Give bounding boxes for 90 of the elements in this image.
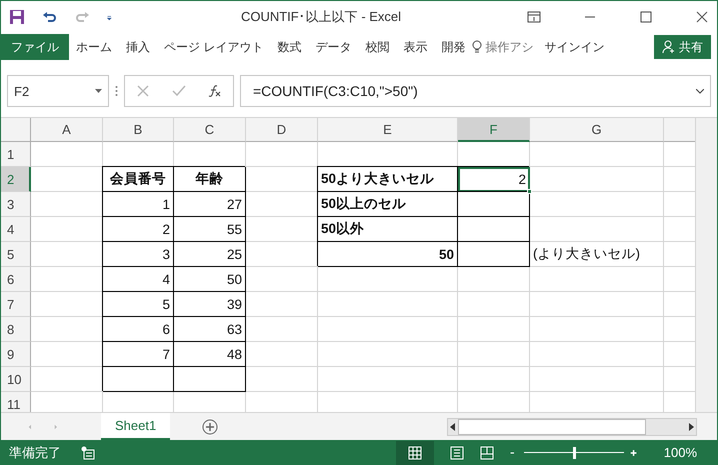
ribbon-tab[interactable]: 表示: [396, 34, 434, 60]
row-header[interactable]: 6: [1, 267, 31, 292]
save-icon[interactable]: [9, 8, 25, 24]
ribbon-tab[interactable]: 校閲: [358, 34, 396, 60]
row-header[interactable]: 5: [1, 242, 31, 267]
share-button[interactable]: 共有: [654, 35, 711, 59]
cancel-icon[interactable]: [136, 84, 150, 98]
table-cell[interactable]: 5: [103, 292, 174, 317]
column-header[interactable]: D: [246, 118, 318, 142]
ribbon-tab[interactable]: 数式: [270, 34, 308, 60]
vertical-scrollbar[interactable]: [695, 118, 717, 412]
table-cell[interactable]: 27: [174, 192, 246, 217]
scrollbar-thumb[interactable]: [458, 418, 646, 434]
row-header[interactable]: 1: [1, 142, 31, 167]
table-cell[interactable]: 50: [318, 242, 458, 267]
select-all-corner[interactable]: [1, 118, 31, 142]
formula-text: =COUNTIF(C3:C10,">50"): [253, 83, 418, 99]
table-cell[interactable]: 6: [103, 317, 174, 342]
scroll-left-icon[interactable]: [448, 422, 458, 432]
name-box[interactable]: F2: [7, 75, 109, 107]
table-cell[interactable]: [458, 242, 530, 267]
fill-handle[interactable]: [527, 189, 532, 194]
page-break-icon[interactable]: [480, 446, 494, 460]
ribbon-tab[interactable]: 開発: [434, 34, 472, 60]
status-text: 準備完了: [9, 444, 61, 462]
ribbon-tab[interactable]: ページ レイアウト: [157, 34, 270, 60]
column-header[interactable]: E: [318, 118, 458, 142]
table-cell[interactable]: 50より大きいセル: [318, 167, 458, 192]
row-header[interactable]: 4: [1, 217, 31, 242]
ribbon-tab[interactable]: 挿入: [119, 34, 157, 60]
table-cell[interactable]: 39: [174, 292, 246, 317]
row-header[interactable]: 9: [1, 342, 31, 367]
sheet-tab[interactable]: Sheet1: [101, 412, 170, 440]
table-cell[interactable]: 48: [174, 342, 246, 367]
insert-function-icon[interactable]: [208, 84, 222, 98]
ribbon-tab[interactable]: ホーム: [69, 34, 119, 60]
formula-field[interactable]: =COUNTIF(C3:C10,">50"): [240, 75, 711, 107]
macro-record-icon[interactable]: [81, 446, 95, 460]
lightbulb-icon[interactable]: [472, 40, 482, 54]
table-cell[interactable]: 55: [174, 217, 246, 242]
enter-icon[interactable]: [172, 84, 186, 98]
add-sheet-icon[interactable]: [202, 418, 218, 434]
window-title: COUNTIF･以上以下 - Excel: [240, 8, 402, 26]
row-header[interactable]: 2: [1, 167, 31, 192]
table-cell[interactable]: 63: [174, 317, 246, 342]
zoom-level[interactable]: 100%: [664, 445, 697, 460]
dropdown-icon[interactable]: [95, 89, 102, 93]
column-header[interactable]: F: [458, 118, 530, 142]
close-icon[interactable]: [695, 10, 709, 24]
horizontal-scrollbar[interactable]: [447, 418, 697, 436]
column-header[interactable]: C: [174, 118, 246, 142]
column-header[interactable]: A: [31, 118, 103, 142]
file-tab[interactable]: ファイル: [1, 34, 69, 60]
zoom-thumb[interactable]: [572, 446, 576, 458]
table-cell[interactable]: 会員番号: [103, 167, 174, 192]
table-cell[interactable]: [103, 367, 174, 392]
more-icon: [115, 84, 118, 98]
table-cell[interactable]: 3: [103, 242, 174, 267]
normal-view-icon[interactable]: [408, 446, 422, 460]
row-header[interactable]: 11: [1, 392, 31, 412]
maximize-icon[interactable]: [639, 10, 653, 24]
row-header[interactable]: 8: [1, 317, 31, 342]
table-cell[interactable]: 50: [174, 267, 246, 292]
column-header[interactable]: B: [103, 118, 174, 142]
scroll-right-icon[interactable]: [686, 422, 696, 432]
table-cell[interactable]: 1: [103, 192, 174, 217]
sign-in-link[interactable]: サインイン: [540, 34, 608, 60]
table-cell[interactable]: 7: [103, 342, 174, 367]
person-add-icon: [662, 40, 676, 54]
table-cell[interactable]: [174, 367, 246, 392]
expand-icon[interactable]: [696, 88, 704, 94]
page-layout-icon[interactable]: [450, 446, 464, 460]
table-cell[interactable]: 年齢: [174, 167, 246, 192]
table-cell[interactable]: 25: [174, 242, 246, 267]
row-header[interactable]: 3: [1, 192, 31, 217]
active-cell[interactable]: 2: [458, 167, 530, 192]
tell-me-field[interactable]: 操作アシ: [482, 34, 540, 60]
column-header[interactable]: [664, 118, 695, 142]
ribbon-tab[interactable]: データ: [308, 34, 358, 60]
ribbon-display-icon[interactable]: [527, 10, 541, 24]
table-cell[interactable]: 50以外: [318, 217, 458, 242]
table-cell[interactable]: 50以上のセル: [318, 192, 458, 217]
table-cell[interactable]: 4: [103, 267, 174, 292]
table-cell[interactable]: [458, 192, 530, 217]
row-header[interactable]: 10: [1, 367, 31, 392]
table-cell[interactable]: 2: [103, 217, 174, 242]
cell-reference: F2: [14, 84, 30, 98]
row-header[interactable]: 7: [1, 292, 31, 317]
table-cell[interactable]: (より大きいセル): [530, 242, 664, 267]
column-header[interactable]: G: [530, 118, 664, 142]
